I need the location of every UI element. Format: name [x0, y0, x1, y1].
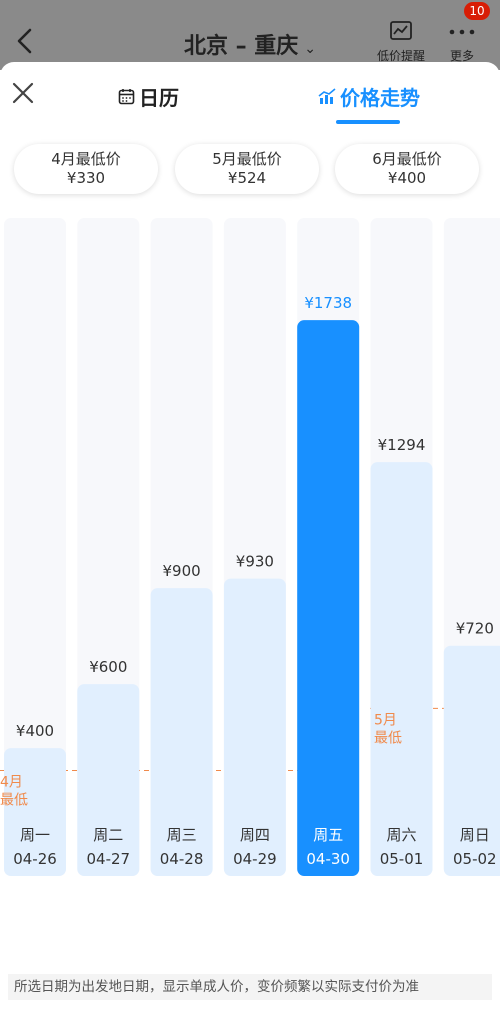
- date-label: 05-01: [380, 850, 424, 868]
- price-alert-icon: [390, 21, 412, 40]
- active-tab-indicator: [336, 120, 400, 124]
- trend-chart-icon: [318, 88, 336, 104]
- month-low-label: 5月: [374, 712, 397, 728]
- date-label: 04-28: [160, 850, 204, 868]
- month-low-april[interactable]: 4月最低价 ¥330: [14, 144, 158, 194]
- price-label: ¥720: [456, 620, 494, 638]
- month-low-label: 最低: [0, 792, 28, 808]
- price-label: ¥900: [163, 562, 201, 580]
- price-label: ¥600: [89, 658, 127, 676]
- date-label: 04-29: [233, 850, 277, 868]
- price-bar[interactable]: [297, 320, 360, 876]
- notification-badge: 10: [464, 2, 490, 20]
- weekday-label: 周一: [20, 826, 50, 844]
- month-low-title: 4月最低价: [51, 150, 121, 168]
- more-button[interactable]: 更多: [440, 20, 484, 64]
- price-label: ¥930: [236, 553, 274, 571]
- price-trend-svg: ¥400 周一 04-26 ¥600 周二 04-27 ¥900 周三 04-28 ¥930 周四 0…: [0, 218, 500, 876]
- tab-calendar-label: 日历: [139, 86, 179, 110]
- month-low-title: 6月最低价: [372, 150, 442, 168]
- weekday-label: 周二: [93, 826, 123, 844]
- weekday-label: 周日: [460, 826, 490, 844]
- date-label: 04-30: [306, 850, 350, 868]
- tab-calendar[interactable]: 日历: [118, 82, 179, 111]
- route-title-text: 北京 – 重庆: [183, 34, 299, 59]
- price-label: ¥400: [16, 722, 54, 740]
- date-label: 05-02: [453, 850, 497, 868]
- page-header: 北京 – 重庆 ⌄ 低价提醒 更多 10: [0, 0, 500, 70]
- tab-price-trend-label: 价格走势: [340, 86, 420, 110]
- month-low-label: 4月: [0, 774, 23, 790]
- weekday-label: 周五: [313, 826, 343, 844]
- date-label: 04-26: [13, 850, 57, 868]
- month-low-price: ¥400: [387, 169, 427, 187]
- price-bar[interactable]: [370, 462, 433, 876]
- calendar-icon: [118, 89, 135, 105]
- weekday-label: 周四: [240, 826, 270, 844]
- date-label: 04-27: [87, 850, 131, 868]
- weekday-label: 周六: [386, 826, 416, 844]
- price-label: ¥1294: [378, 436, 426, 454]
- price-alert-button[interactable]: 低价提醒: [372, 20, 430, 64]
- more-dots-icon: [449, 29, 475, 35]
- footnote: 所选日期为出发地日期，显示单成人价，变价频繁以实际支付价为准: [8, 974, 492, 1000]
- month-low-june[interactable]: 6月最低价 ¥400: [335, 144, 479, 194]
- price-bar[interactable]: [77, 684, 140, 876]
- month-low-may[interactable]: 5月最低价 ¥524: [175, 144, 319, 194]
- price-label: ¥1738: [304, 294, 352, 312]
- chevron-down-icon: ⌄: [304, 41, 317, 57]
- close-icon[interactable]: [10, 80, 36, 106]
- month-low-title: 5月最低价: [212, 150, 282, 168]
- tab-price-trend[interactable]: 价格走势: [318, 82, 420, 111]
- month-low-label: 最低: [374, 730, 402, 746]
- price-trend-chart: ¥400 周一 04-26 ¥600 周二 04-27 ¥900 周三 04-28 ¥930 周四 0…: [0, 218, 500, 878]
- month-low-price: ¥524: [227, 169, 267, 187]
- weekday-label: 周三: [167, 826, 197, 844]
- month-low-price: ¥330: [66, 169, 106, 187]
